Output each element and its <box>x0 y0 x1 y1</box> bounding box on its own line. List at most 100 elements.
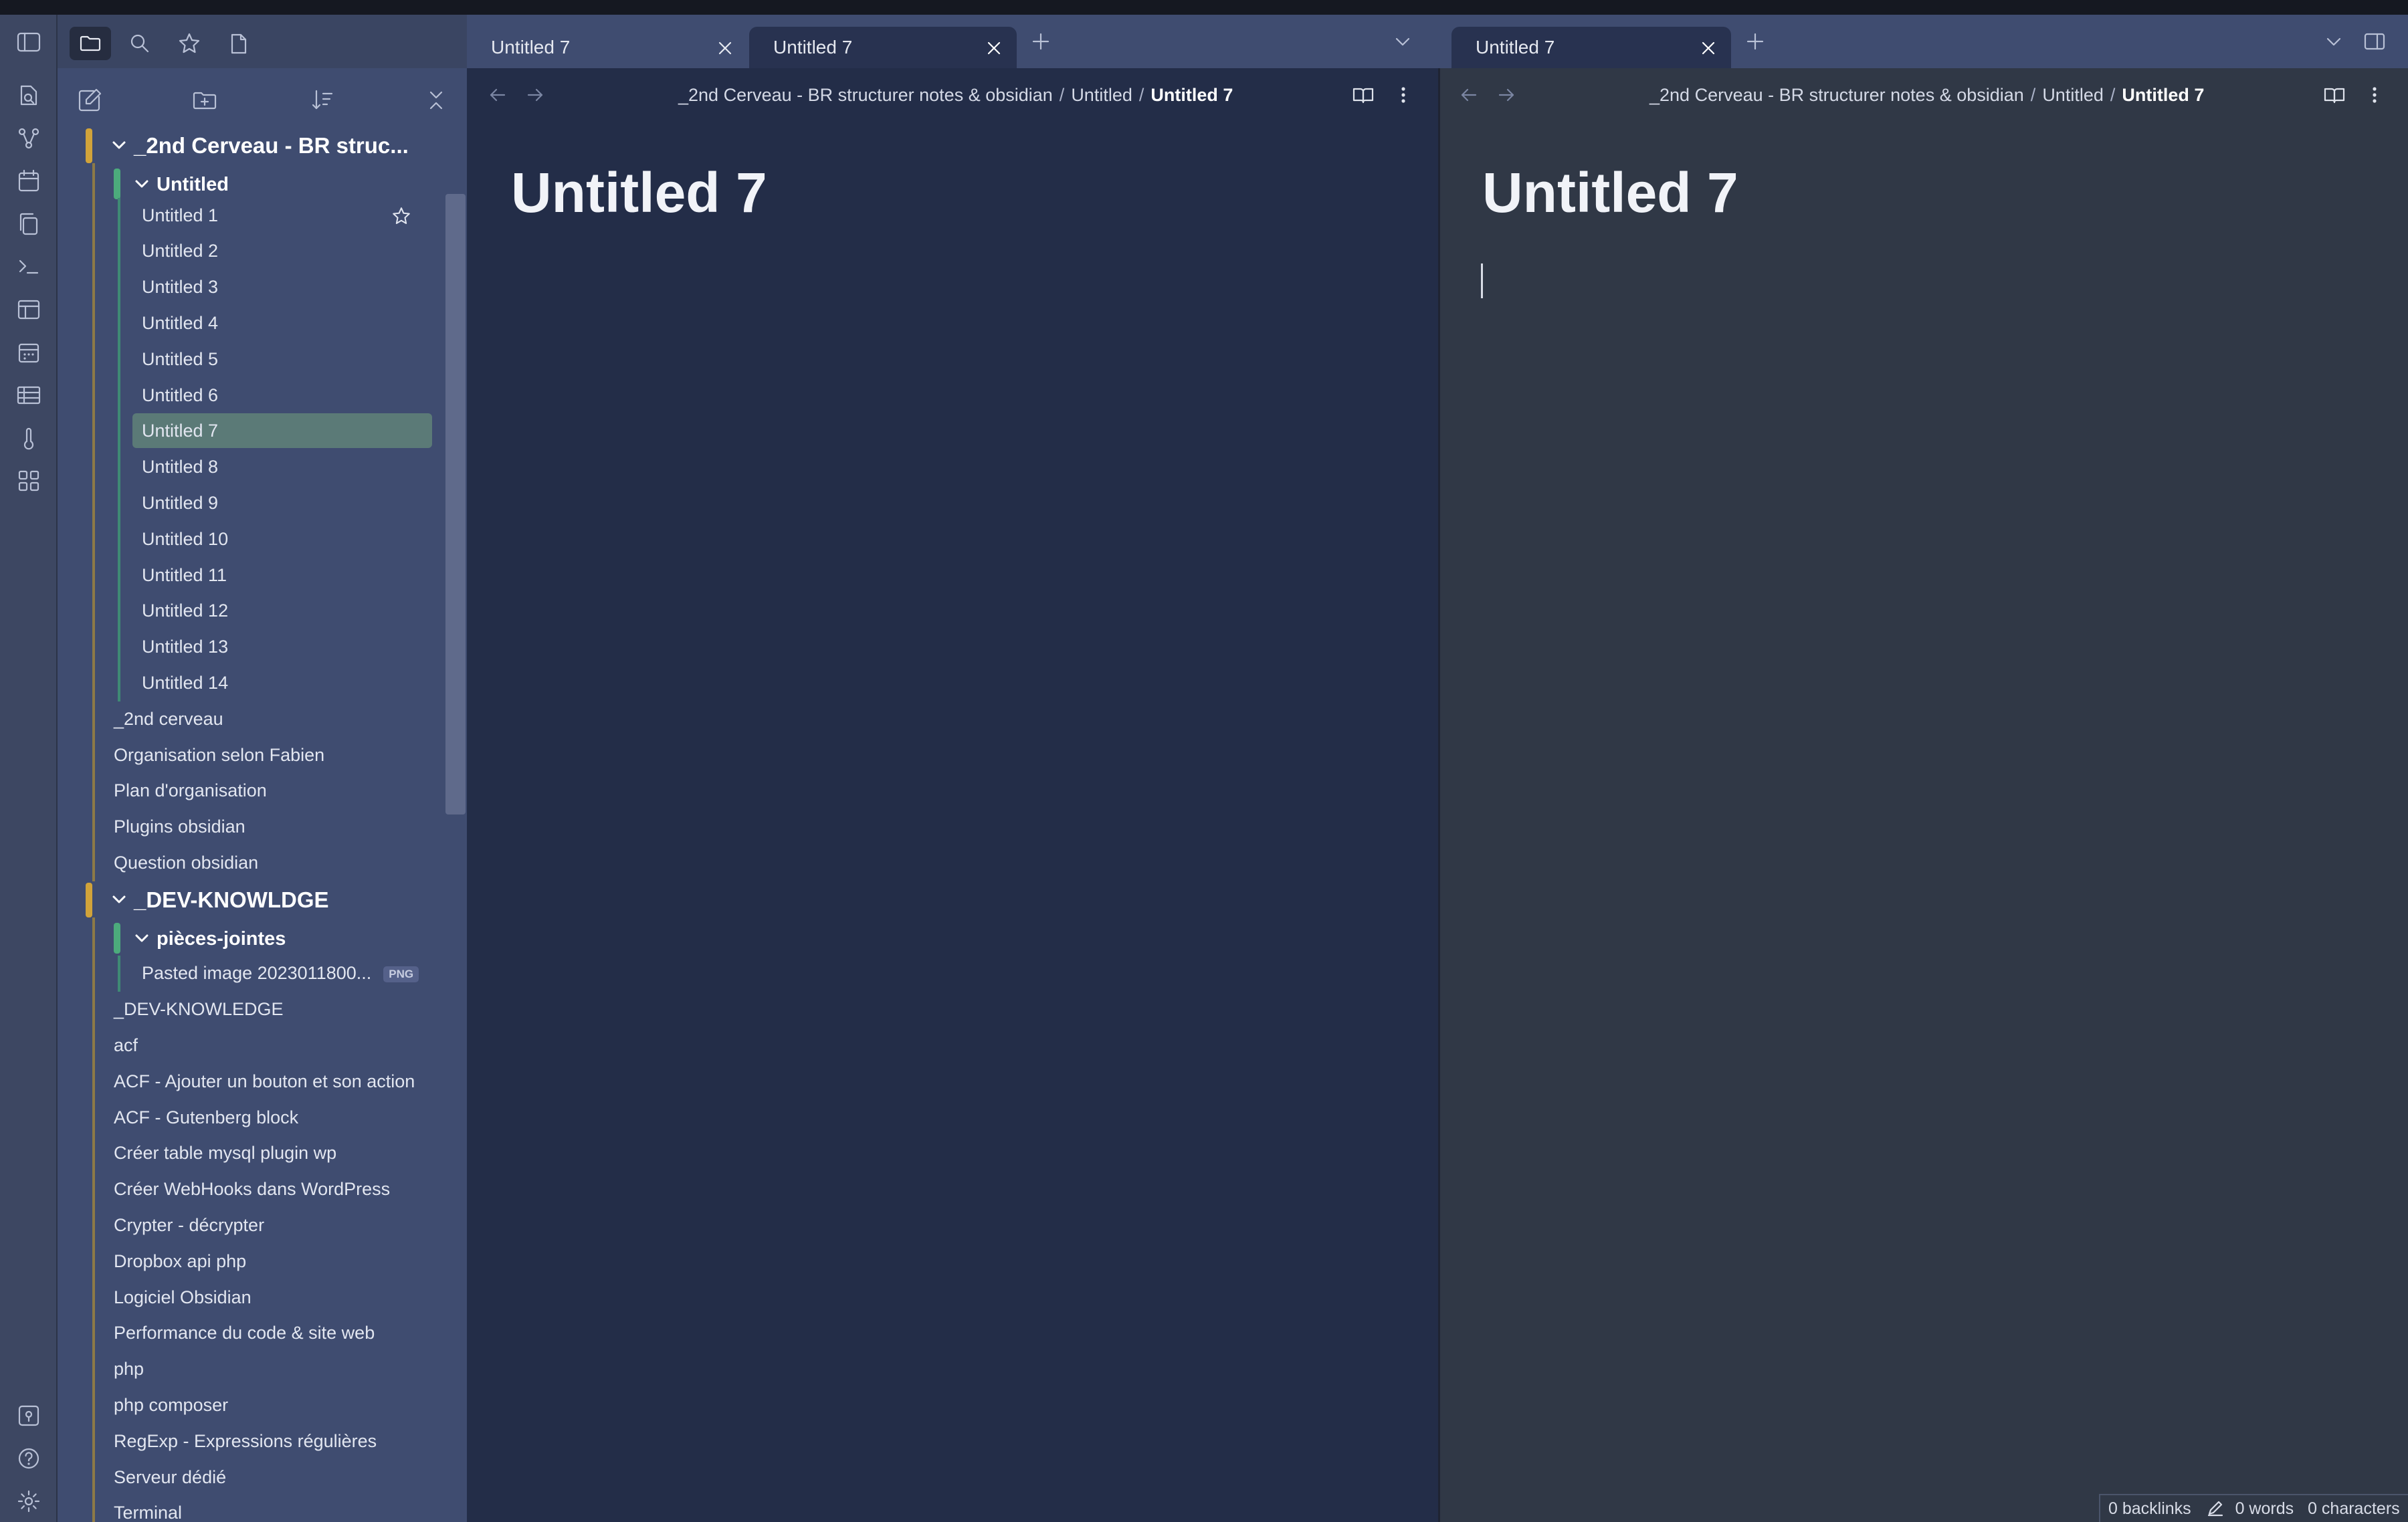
sidebar-scrollbar[interactable] <box>445 194 466 814</box>
file-item[interactable]: Untitled 5 <box>132 342 432 376</box>
close-icon[interactable] <box>986 40 1002 56</box>
sidebar-toggle-icon[interactable] <box>15 28 43 56</box>
thermometer-icon[interactable] <box>15 424 43 452</box>
file-item[interactable]: Untitled 9 <box>132 485 432 520</box>
file-item[interactable]: Question obsidian <box>104 845 432 880</box>
file-label: acf <box>114 1035 138 1055</box>
chevron-down-icon[interactable] <box>134 921 150 956</box>
star-icon[interactable] <box>169 27 210 60</box>
forward-arrow-icon[interactable] <box>1496 84 1517 106</box>
folder-untitled[interactable]: Untitled <box>134 167 432 202</box>
file-search-icon[interactable] <box>15 82 43 110</box>
file-item[interactable]: ACF - Gutenberg block <box>104 1100 432 1135</box>
new-tab-icon[interactable] <box>1030 31 1051 52</box>
note-title-right[interactable]: Untitled 7 <box>1482 160 1738 225</box>
file-item[interactable]: Créer WebHooks dans WordPress <box>104 1172 432 1206</box>
file-item[interactable]: Untitled 2 <box>132 233 432 268</box>
file-item[interactable]: Crypter - décrypter <box>104 1208 432 1242</box>
calendar-grid-icon[interactable] <box>15 338 43 366</box>
dashboard-icon[interactable] <box>15 467 43 495</box>
file-item[interactable]: Serveur dédié <box>104 1460 432 1495</box>
breadcrumb-item[interactable]: Untitled <box>2042 85 2104 105</box>
breadcrumb-item[interactable]: _2nd Cerveau - BR structurer notes & obs… <box>1649 85 2024 105</box>
more-options-icon[interactable] <box>1391 83 1415 107</box>
file-item[interactable]: acf <box>104 1028 432 1063</box>
copy-icon[interactable] <box>15 210 43 238</box>
file-item[interactable]: _DEV-KNOWLEDGE <box>104 992 432 1026</box>
table-icon[interactable] <box>15 381 43 409</box>
nav-header-left: _2nd Cerveau - BR structurer notes & obs… <box>467 68 1438 122</box>
file-icon[interactable] <box>218 27 260 60</box>
calendar-icon[interactable] <box>15 167 43 195</box>
file-item[interactable]: Untitled 4 <box>132 306 432 340</box>
tab-list-chevron-icon[interactable] <box>1393 32 1413 52</box>
file-item[interactable]: Untitled 1 <box>132 198 432 233</box>
sort-icon[interactable] <box>308 86 337 115</box>
file-item[interactable]: Untitled 7 <box>132 413 432 449</box>
chevron-down-icon[interactable] <box>111 128 127 163</box>
close-icon[interactable] <box>1700 40 1716 56</box>
breadcrumb-current[interactable]: Untitled 7 <box>1150 85 1233 105</box>
terminal-icon[interactable] <box>15 253 43 281</box>
close-icon[interactable] <box>717 40 733 56</box>
breadcrumb-current[interactable]: Untitled 7 <box>2122 85 2204 105</box>
file-item[interactable]: Terminal <box>104 1495 432 1522</box>
folder-root-dev-knowldge[interactable]: _DEV-KNOWLDGE <box>111 883 432 917</box>
breadcrumb-item[interactable]: _2nd Cerveau - BR structurer notes & obs… <box>678 85 1053 105</box>
file-item[interactable]: Untitled 14 <box>132 665 432 700</box>
file-item[interactable]: Untitled 10 <box>132 522 432 556</box>
backlinks-count[interactable]: 0 backlinks <box>2108 1499 2191 1518</box>
new-note-icon[interactable] <box>75 86 104 115</box>
folder-icon[interactable] <box>70 27 111 60</box>
file-item[interactable]: ACF - Ajouter un bouton et son action <box>104 1064 432 1099</box>
file-label: Untitled 1 <box>142 205 219 225</box>
file-item[interactable]: php composer <box>104 1388 432 1422</box>
graph-icon[interactable] <box>15 124 43 152</box>
forward-arrow-icon[interactable] <box>524 84 546 106</box>
file-item[interactable]: Untitled 12 <box>132 593 432 628</box>
layout-icon[interactable] <box>15 296 43 324</box>
breadcrumb-item[interactable]: Untitled <box>1071 85 1132 105</box>
tab-list-chevron-icon[interactable] <box>2324 32 2344 52</box>
more-options-icon[interactable] <box>2363 83 2387 107</box>
pencil-icon[interactable] <box>2207 1499 2227 1517</box>
file-item[interactable]: Dropbox api php <box>104 1244 432 1279</box>
file-item[interactable]: php <box>104 1351 432 1386</box>
file-item[interactable]: Untitled 13 <box>132 629 432 664</box>
chevron-down-icon[interactable] <box>134 167 150 202</box>
tab-untitled-7[interactable]: Untitled 7 <box>467 27 748 68</box>
back-arrow-icon[interactable] <box>1458 84 1480 106</box>
star-icon[interactable] <box>391 205 412 227</box>
file-item[interactable]: Untitled 6 <box>132 378 432 413</box>
file-item[interactable]: Pasted image 2023011800... PNG <box>132 956 432 990</box>
file-item[interactable]: Plan d'organisation <box>104 773 432 808</box>
new-folder-icon[interactable] <box>190 86 219 115</box>
tab-untitled-7-active[interactable]: Untitled 7 <box>749 27 1017 68</box>
reading-view-icon[interactable] <box>1351 83 1375 107</box>
right-sidebar-toggle-icon[interactable] <box>2363 29 2387 53</box>
file-item[interactable]: RegExp - Expressions régulières <box>104 1424 432 1458</box>
note-title-left[interactable]: Untitled 7 <box>511 160 767 225</box>
folder-root-2nd-cerveau[interactable]: _2nd Cerveau - BR struc... <box>111 128 432 163</box>
settings-icon[interactable] <box>15 1487 43 1515</box>
file-item[interactable]: Performance du code & site web <box>104 1315 432 1350</box>
help-icon[interactable] <box>15 1444 43 1473</box>
tab-untitled-7-active[interactable]: Untitled 7 <box>1451 27 1731 68</box>
chevron-down-icon[interactable] <box>111 883 127 917</box>
vault-icon[interactable] <box>15 1402 43 1430</box>
file-item[interactable]: Untitled 8 <box>132 449 432 484</box>
file-item[interactable]: Untitled 11 <box>132 558 432 592</box>
new-tab-icon[interactable] <box>1744 31 1766 52</box>
collapse-icon[interactable] <box>421 86 451 115</box>
file-item[interactable]: Logiciel Obsidian <box>104 1280 432 1315</box>
file-item[interactable]: _2nd cerveau <box>104 701 432 736</box>
file-item[interactable]: Créer table mysql plugin wp <box>104 1135 432 1170</box>
back-arrow-icon[interactable] <box>487 84 508 106</box>
search-icon[interactable] <box>119 27 161 60</box>
file-item[interactable]: Organisation selon Fabien <box>104 738 432 772</box>
text-cursor <box>1481 263 1483 298</box>
file-item[interactable]: Plugins obsidian <box>104 809 432 844</box>
folder-pieces-jointes[interactable]: pièces-jointes <box>134 921 432 956</box>
file-item[interactable]: Untitled 3 <box>132 269 432 304</box>
reading-view-icon[interactable] <box>2322 83 2346 107</box>
